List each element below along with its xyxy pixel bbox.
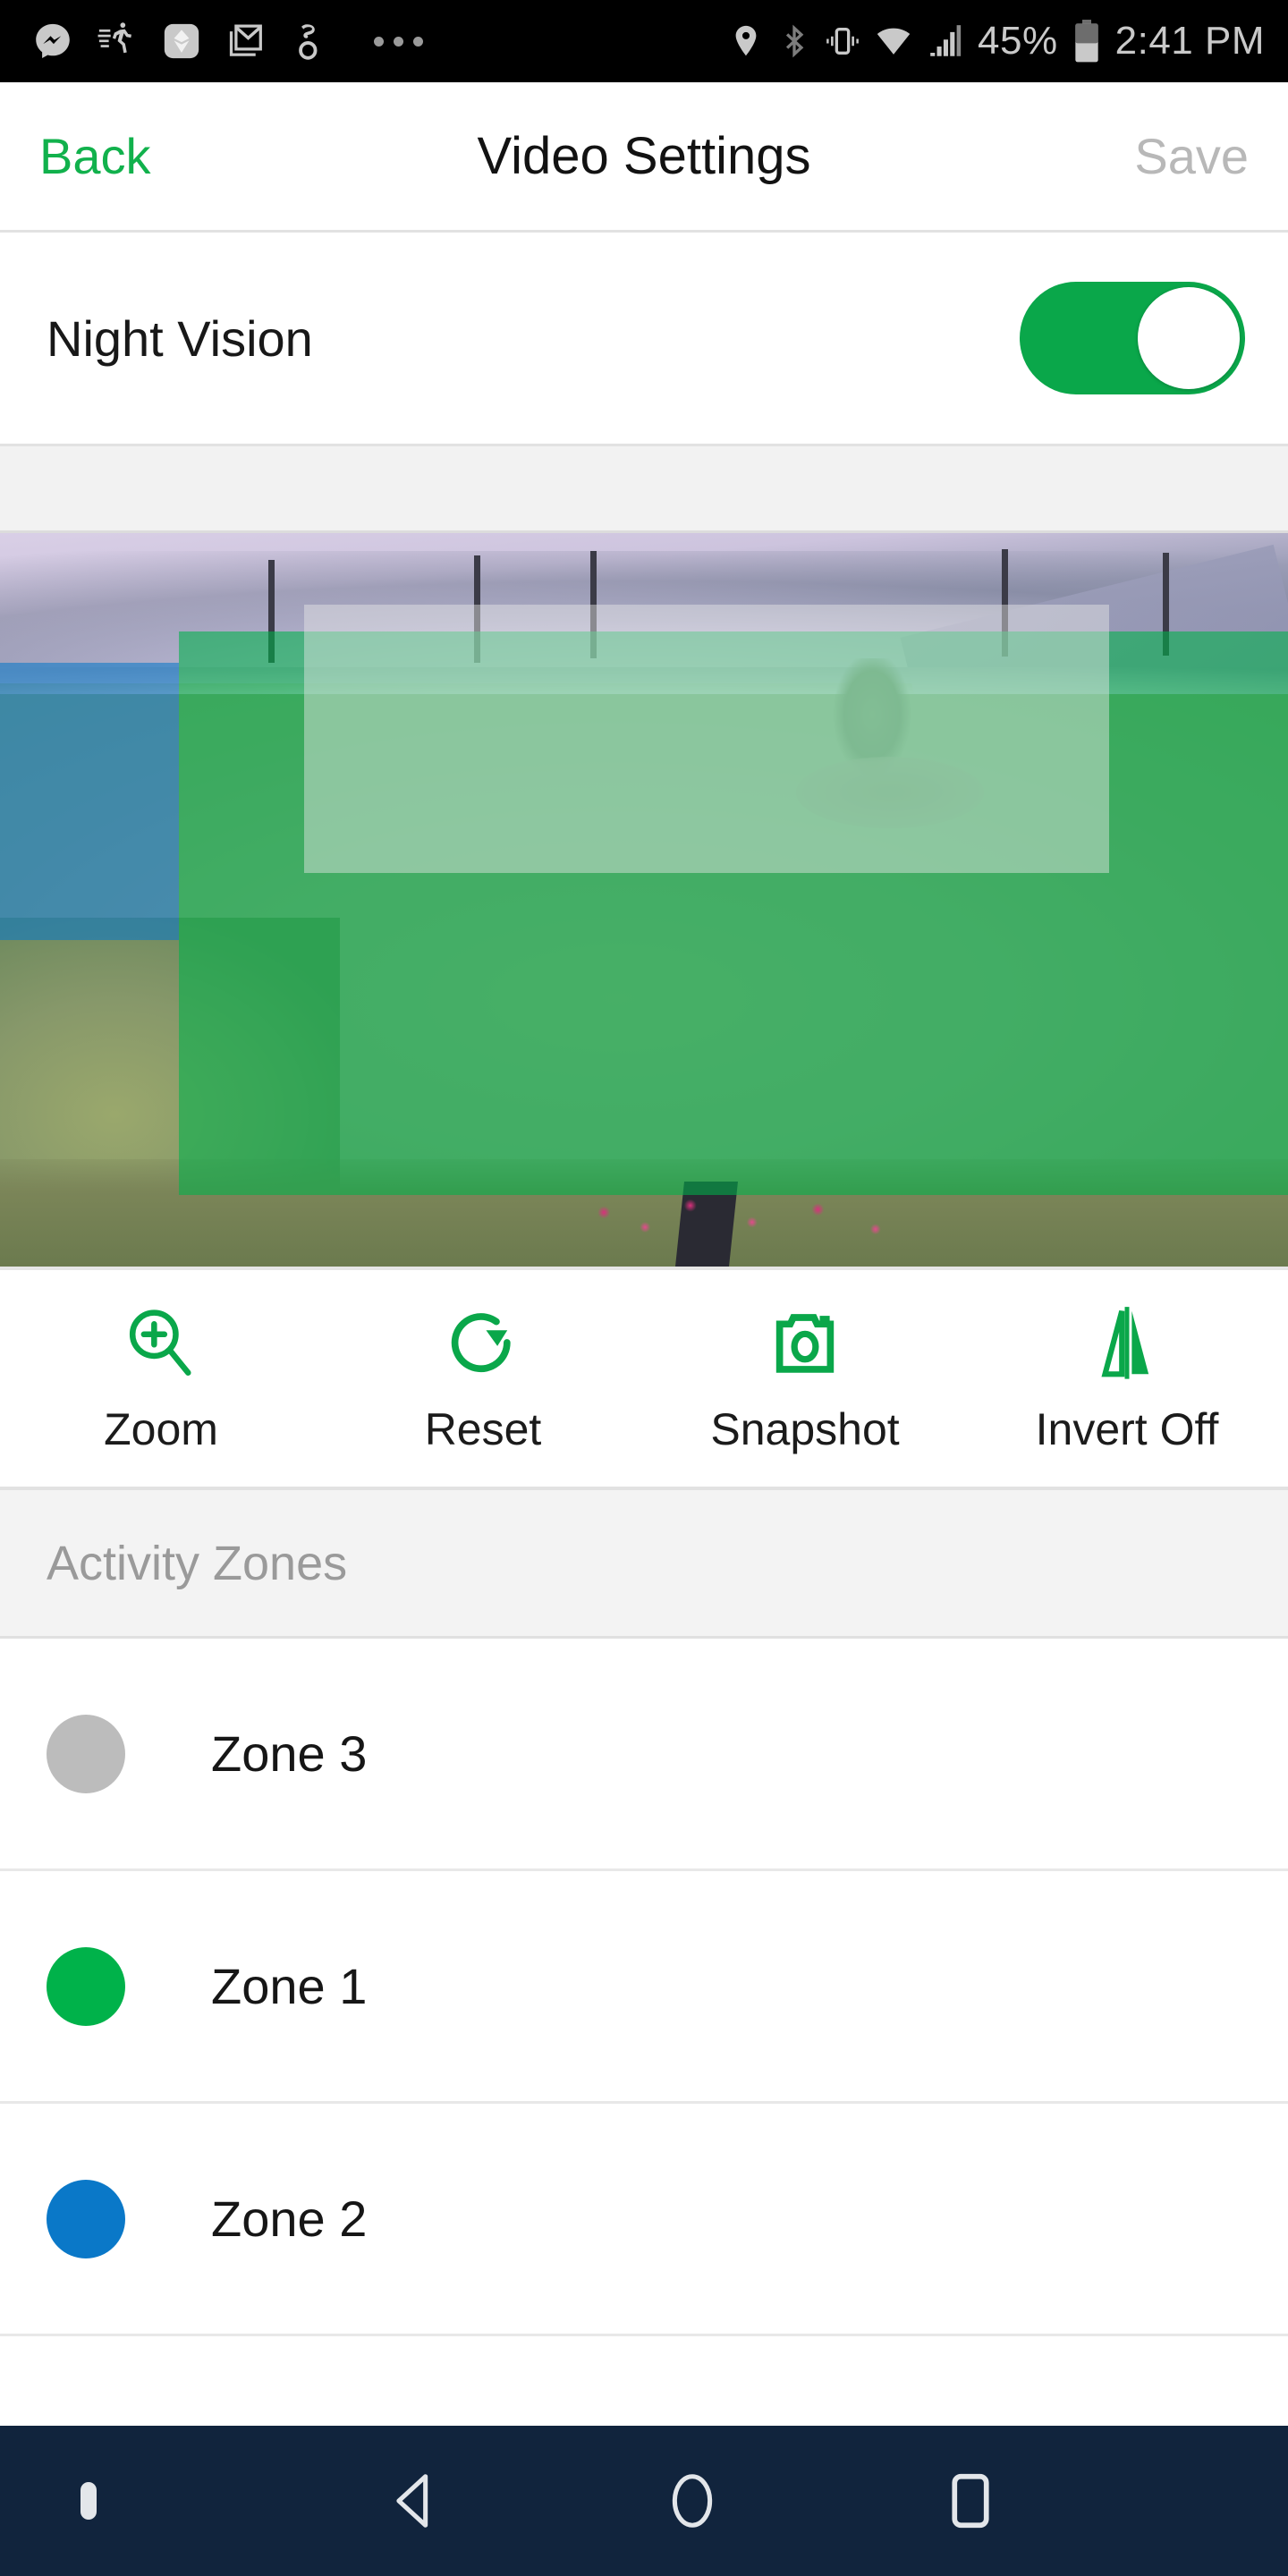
home-nav-button[interactable]: [554, 2467, 832, 2535]
page-title: Video Settings: [0, 126, 1288, 186]
app-icon: [290, 21, 331, 62]
zone-color-dot: [47, 1715, 125, 1793]
night-vision-toggle[interactable]: [1020, 282, 1245, 394]
vibrate-icon: [824, 22, 861, 60]
zone-1-overlay-green-lower[interactable]: [179, 1007, 1288, 1195]
battery-icon: [1071, 19, 1103, 64]
nav-indicator-dot: [80, 2482, 97, 2520]
back-nav-icon: [380, 2467, 448, 2535]
zone-color-dot: [47, 2180, 125, 2258]
save-button[interactable]: Save: [1134, 127, 1249, 185]
night-vision-label: Night Vision: [47, 309, 313, 368]
overflow-dots-icon: [374, 37, 423, 47]
recents-nav-button[interactable]: [831, 2467, 1109, 2535]
app-root: 45% 2:41 PM Back Video Settings Save Nig…: [0, 0, 1288, 2576]
gmail-icon: [225, 21, 267, 62]
activity-zone-list: Zone 3 Zone 1 Zone 2: [0, 1639, 1288, 2336]
activity-zones-title: Activity Zones: [47, 1536, 347, 1591]
location-icon: [727, 22, 765, 60]
zone-2-overlay-blue[interactable]: [0, 663, 179, 940]
camera-preview[interactable]: [0, 533, 1288, 1267]
status-bar-system: 45% 2:41 PM: [727, 19, 1265, 64]
reset-label: Reset: [425, 1403, 542, 1455]
activity-zones-header: Activity Zones: [0, 1490, 1288, 1639]
night-vision-row[interactable]: Night Vision: [0, 233, 1288, 444]
reset-icon: [442, 1301, 524, 1384]
running-activity-icon: [97, 21, 138, 62]
zone-name-label: Zone 3: [211, 1724, 367, 1783]
zone-list-item[interactable]: Zone 1: [0, 1871, 1288, 2104]
back-nav-button[interactable]: [275, 2467, 554, 2535]
reset-button[interactable]: Reset: [322, 1301, 644, 1455]
back-button[interactable]: Back: [39, 127, 151, 185]
zone-name-label: Zone 1: [211, 1957, 367, 2015]
snapshot-button[interactable]: Snapshot: [644, 1301, 966, 1455]
recents-nav-icon: [936, 2467, 1004, 2535]
cellular-signal-icon: [926, 22, 965, 60]
zone-3-overlay-gray[interactable]: [304, 605, 1109, 873]
zone-name-label: Zone 2: [211, 2190, 367, 2248]
invert-icon: [1086, 1301, 1168, 1384]
bluetooth-icon: [777, 22, 811, 60]
zoom-button[interactable]: Zoom: [0, 1301, 322, 1455]
android-navigation-bar: [0, 2426, 1288, 2576]
invert-button[interactable]: Invert Off: [966, 1301, 1288, 1455]
zoom-in-icon: [120, 1301, 202, 1384]
home-nav-icon: [658, 2467, 726, 2535]
video-toolbar: Zoom Reset Snapshot: [0, 1267, 1288, 1490]
snapshot-icon: [764, 1301, 846, 1384]
zoom-label: Zoom: [104, 1403, 218, 1455]
invert-label: Invert Off: [1036, 1403, 1219, 1455]
zone-list-item[interactable]: Zone 3: [0, 1639, 1288, 1871]
wifi-icon: [874, 22, 913, 60]
zone-color-dot: [47, 1947, 125, 2026]
status-bar-notifications: [32, 21, 727, 62]
navigation-bar: Back Video Settings Save: [0, 82, 1288, 233]
zone-list-item[interactable]: Zone 2: [0, 2104, 1288, 2336]
snapshot-label: Snapshot: [710, 1403, 899, 1455]
battery-percent-label: 45%: [978, 19, 1058, 64]
status-bar: 45% 2:41 PM: [0, 0, 1288, 82]
diamond-app-icon: [161, 21, 202, 62]
toggle-knob: [1138, 287, 1240, 389]
section-spacer: [0, 444, 1288, 533]
messenger-icon: [32, 21, 73, 62]
clock-label: 2:41 PM: [1115, 19, 1265, 64]
